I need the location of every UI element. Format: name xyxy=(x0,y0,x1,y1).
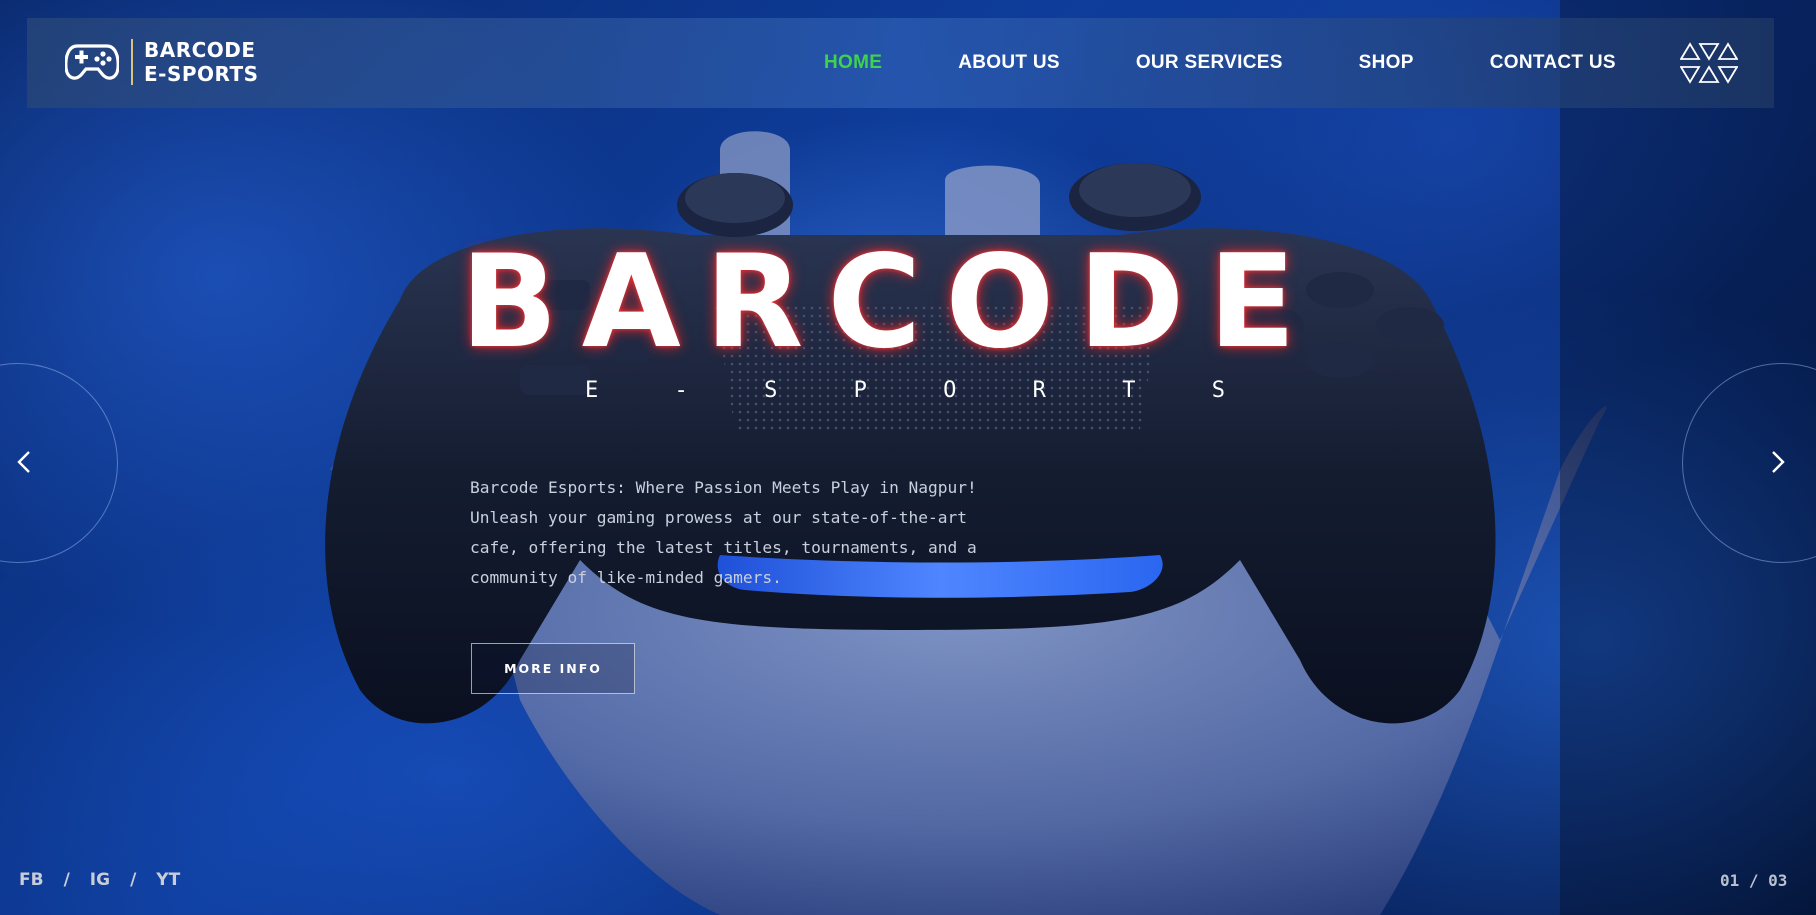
more-info-button[interactable]: MORE INFO xyxy=(471,643,635,694)
hero-controller-image xyxy=(325,0,1816,915)
subtitle-letter: - xyxy=(674,378,688,403)
social-instagram-link[interactable]: IG xyxy=(90,870,110,890)
subtitle-letter: P xyxy=(853,378,867,403)
nav-item-home[interactable]: HOME xyxy=(824,52,882,74)
hero-description: Barcode Esports: Where Passion Meets Pla… xyxy=(470,478,977,587)
nav-item-shop[interactable]: SHOP xyxy=(1359,52,1414,74)
nav-item-about-us[interactable]: ABOUT US xyxy=(958,52,1060,74)
chevron-right-icon[interactable] xyxy=(1768,449,1788,475)
subtitle-letter: E xyxy=(585,378,599,403)
brand-name-line2: E-SPORTS xyxy=(144,62,259,86)
subtitle-letter: T xyxy=(1122,378,1136,403)
brand-name: BARCODE E-SPORTS xyxy=(144,38,259,86)
subtitle-letter: R xyxy=(1032,378,1046,403)
brand-logo[interactable]: BARCODE E-SPORTS xyxy=(65,38,259,86)
social-separator: / xyxy=(63,870,70,890)
triangles-menu-icon[interactable] xyxy=(1680,42,1738,84)
social-separator: / xyxy=(130,870,137,890)
main-nav: HOME ABOUT US OUR SERVICES SHOP CONTACT … xyxy=(824,18,1616,108)
hero-subtitle: E - S P O R T S xyxy=(585,378,1225,403)
subtitle-letter: O xyxy=(943,378,957,403)
chevron-left-icon[interactable] xyxy=(14,449,34,475)
hero-title: BARCODE xyxy=(460,228,1320,377)
gamepad-icon xyxy=(65,44,119,80)
social-facebook-link[interactable]: FB xyxy=(19,870,44,890)
slide-counter: 01 / 03 xyxy=(1720,871,1788,890)
logo-divider xyxy=(131,39,133,85)
nav-item-contact-us[interactable]: CONTACT US xyxy=(1490,52,1616,74)
social-links: FB / IG / YT xyxy=(19,870,180,890)
subtitle-letter: S xyxy=(1211,378,1225,403)
brand-name-line1: BARCODE xyxy=(144,38,256,62)
subtitle-letter: S xyxy=(764,378,778,403)
social-youtube-link[interactable]: YT xyxy=(156,870,180,890)
nav-item-our-services[interactable]: OUR SERVICES xyxy=(1136,52,1283,74)
hero-slider: BARCODE E-SPORTS HOME ABOUT US OUR SERVI… xyxy=(0,0,1816,915)
navbar: BARCODE E-SPORTS HOME ABOUT US OUR SERVI… xyxy=(27,18,1774,108)
